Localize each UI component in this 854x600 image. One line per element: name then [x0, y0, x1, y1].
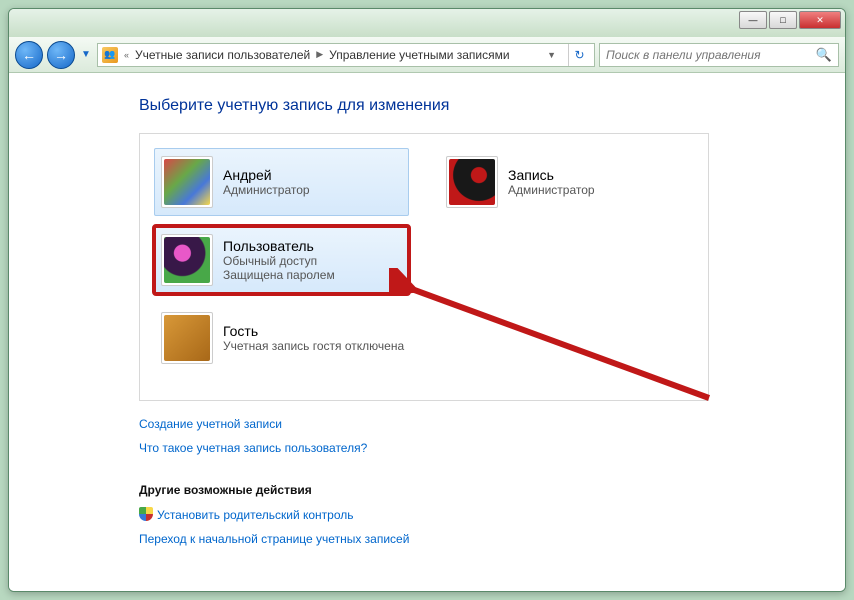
avatar: [446, 156, 498, 208]
content-area: Выберите учетную запись для изменения Ан…: [9, 73, 845, 591]
maximize-button[interactable]: □: [769, 11, 797, 29]
users-icon: 👥: [102, 47, 118, 63]
control-panel-window: ― □ ✕ ← → ▼ 👥 « Учетные записи пользоват…: [8, 8, 846, 592]
account-name: Гость: [223, 323, 404, 339]
back-button[interactable]: ←: [15, 41, 43, 69]
breadcrumb-manage[interactable]: Управление учетными записями: [329, 48, 509, 62]
link-parental-label: Установить родительский контроль: [157, 508, 354, 522]
forward-button[interactable]: →: [47, 41, 75, 69]
breadcrumb-users[interactable]: Учетные записи пользователей: [135, 48, 310, 62]
account-item-andrey[interactable]: Андрей Администратор: [154, 148, 409, 216]
account-info: Запись Администратор: [508, 167, 595, 197]
window-buttons: ― □ ✕: [739, 9, 845, 29]
search-icon[interactable]: 🔍: [816, 47, 832, 63]
account-info: Пользователь Обычный доступ Защищена пар…: [223, 238, 335, 282]
link-create-account[interactable]: Создание учетной записи: [139, 417, 845, 431]
account-role: Администратор: [508, 183, 595, 197]
account-info: Гость Учетная запись гостя отключена: [223, 323, 404, 353]
other-actions-heading: Другие возможные действия: [139, 483, 845, 497]
address-bar[interactable]: 👥 « Учетные записи пользователей ▶ Управ…: [97, 43, 595, 67]
refresh-button[interactable]: ↻: [568, 44, 590, 66]
avatar: [161, 156, 213, 208]
account-item-zapis[interactable]: Запись Администратор: [439, 148, 694, 216]
search-box[interactable]: 🔍: [599, 43, 839, 67]
account-item-user[interactable]: Пользователь Обычный доступ Защищена пар…: [154, 226, 409, 294]
shield-icon: [139, 507, 153, 521]
link-what-is-account[interactable]: Что такое учетная запись пользователя?: [139, 441, 845, 455]
chevron-right-icon: ▶: [316, 49, 323, 60]
page-heading: Выберите учетную запись для изменения: [139, 97, 845, 115]
account-name: Пользователь: [223, 238, 335, 254]
history-dropdown[interactable]: ▼: [79, 48, 93, 62]
account-role: Учетная запись гостя отключена: [223, 339, 404, 353]
account-extra: Защищена паролем: [223, 268, 335, 282]
account-info: Андрей Администратор: [223, 167, 310, 197]
address-dropdown-icon[interactable]: ▼: [543, 50, 560, 60]
accounts-container: Андрей Администратор Запись Администрато…: [139, 133, 709, 401]
chevron-right-icon: «: [124, 50, 129, 60]
link-accounts-home[interactable]: Переход к начальной странице учетных зап…: [139, 532, 845, 546]
navigation-bar: ← → ▼ 👥 « Учетные записи пользователей ▶…: [9, 37, 845, 73]
titlebar: ― □ ✕: [9, 9, 845, 37]
account-item-guest[interactable]: Гость Учетная запись гостя отключена: [154, 304, 694, 372]
accounts-grid: Андрей Администратор Запись Администрато…: [154, 148, 694, 372]
close-button[interactable]: ✕: [799, 11, 841, 29]
minimize-button[interactable]: ―: [739, 11, 767, 29]
account-role: Администратор: [223, 183, 310, 197]
search-input[interactable]: [606, 48, 816, 62]
account-name: Запись: [508, 167, 595, 183]
account-role: Обычный доступ: [223, 254, 335, 268]
link-parental-control[interactable]: Установить родительский контроль: [139, 507, 845, 522]
avatar: [161, 312, 213, 364]
avatar: [161, 234, 213, 286]
account-name: Андрей: [223, 167, 310, 183]
